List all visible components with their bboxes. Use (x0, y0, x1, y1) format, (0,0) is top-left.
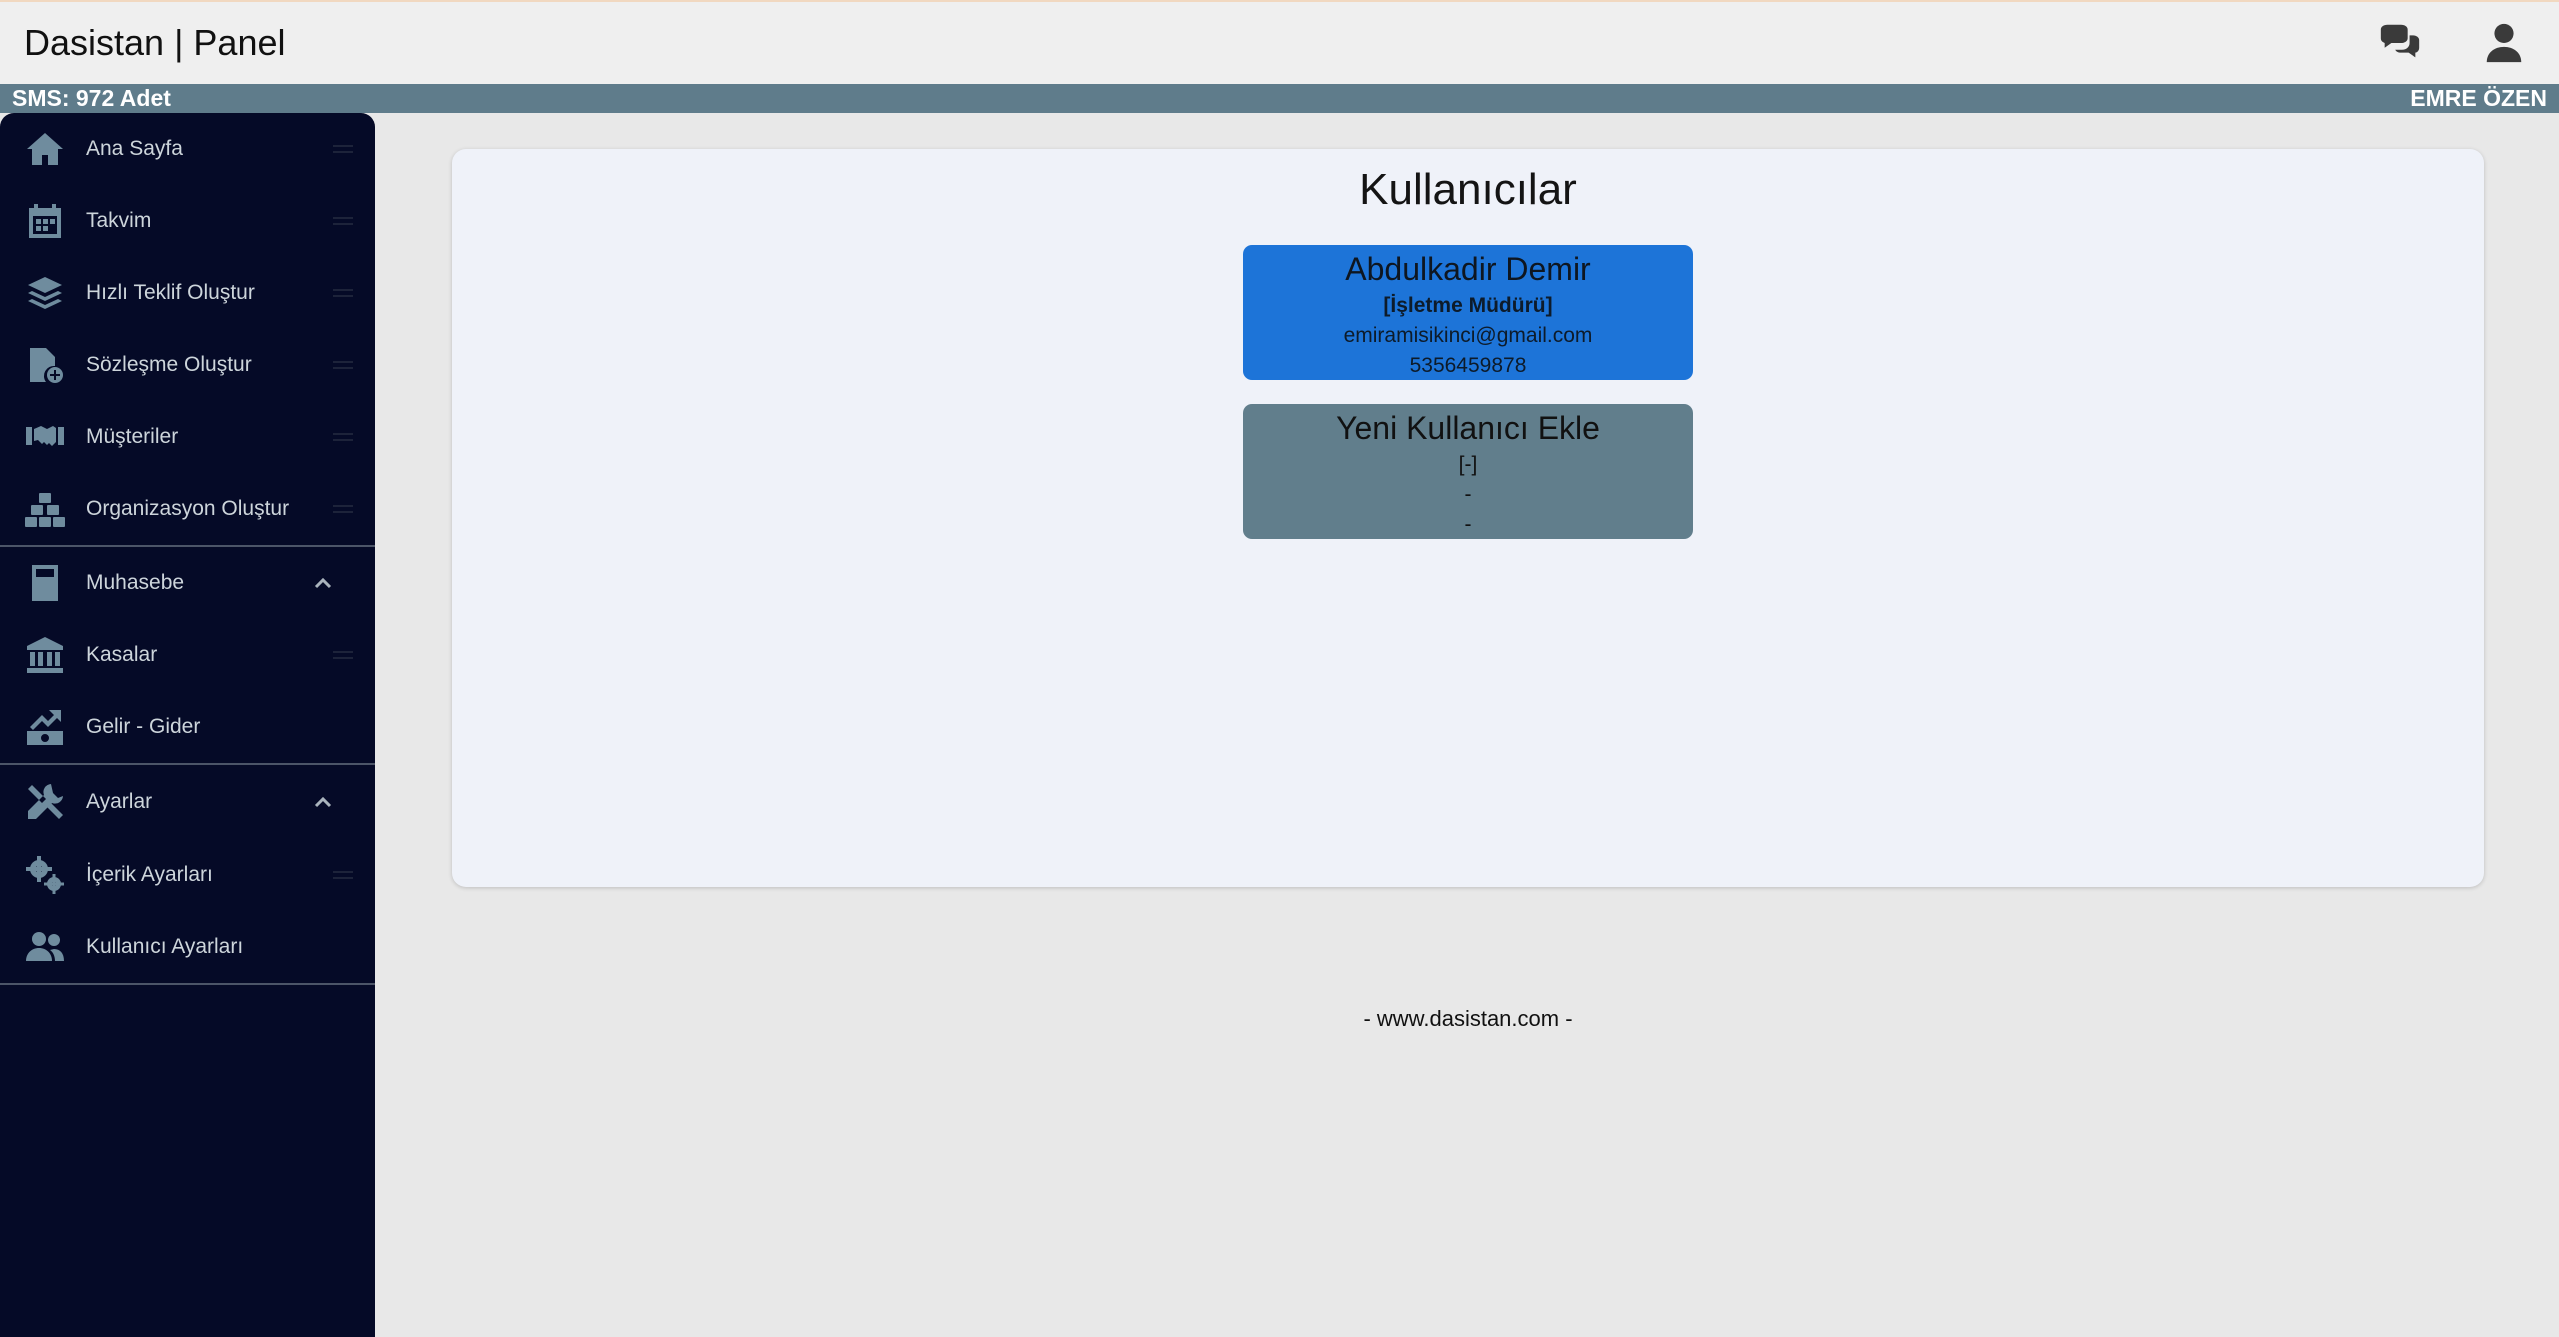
drag-handle-icon[interactable] (333, 433, 353, 441)
sidebar-item-icerik-ayarlari[interactable]: İçerik Ayarları (0, 839, 375, 911)
sidebar-item-label: İçerik Ayarları (86, 863, 213, 886)
sidebar-item-kullanici-ayarlari[interactable]: Kullanıcı Ayarları (0, 911, 375, 983)
sidebar-item-gelir-gider[interactable]: Gelir - Gider (0, 691, 375, 763)
drag-handle-icon[interactable] (333, 505, 353, 513)
footer-link[interactable]: - www.dasistan.com - (0, 1006, 2559, 1032)
sidebar-item-kasalar[interactable]: Kasalar (0, 619, 375, 691)
drag-handle-icon[interactable] (333, 145, 353, 153)
bank-icon (22, 632, 68, 678)
sidebar-item-label: Takvim (86, 209, 152, 232)
chevron-up-icon[interactable] (313, 792, 333, 812)
chat-icon[interactable] (2377, 20, 2423, 66)
sidebar-item-label: Müşteriler (86, 425, 179, 448)
layers-icon (22, 270, 68, 316)
sidebar-item-label: Hızlı Teklif Oluştur (86, 281, 255, 304)
sidebar-item-label: Sözleşme Oluştur (86, 353, 252, 376)
user-email: emiramisikinci@gmail.com (1343, 324, 1593, 347)
add-user-email: - (1464, 483, 1472, 506)
tools-icon (22, 779, 68, 825)
page-title: Kullanıcılar (1359, 165, 1577, 214)
users-icon (22, 924, 68, 970)
user-phone: 5356459878 (1409, 354, 1527, 377)
gears-icon (22, 852, 68, 898)
sidebar-item-label: Kullanıcı Ayarları (86, 935, 244, 958)
calendar-icon (22, 198, 68, 244)
sidebar-item-ana-sayfa[interactable]: Ana Sayfa (0, 113, 375, 185)
user-role: [İşletme Müdürü] (1383, 294, 1553, 317)
app-title: Dasistan | Panel (24, 22, 286, 63)
sidebar-group-ayarlar[interactable]: Ayarlar (0, 765, 375, 839)
chevron-up-icon[interactable] (313, 573, 333, 593)
sidebar-item-label: Ana Sayfa (86, 137, 183, 160)
current-user-name[interactable]: EMRE ÖZEN (2410, 85, 2547, 112)
sidebar-item-hizli-teklif[interactable]: Hızlı Teklif Oluştur (0, 257, 375, 329)
user-name: Abdulkadir Demir (1345, 251, 1591, 287)
sidebar-group-muhasebe[interactable]: Muhasebe (0, 547, 375, 619)
drag-handle-icon[interactable] (333, 217, 353, 225)
handshake-icon (22, 414, 68, 460)
cubes-icon (22, 486, 68, 532)
drag-handle-icon[interactable] (333, 361, 353, 369)
drag-handle-icon[interactable] (333, 871, 353, 879)
sidebar-divider (0, 983, 375, 985)
sidebar-item-sozlesme[interactable]: Sözleşme Oluştur (0, 329, 375, 401)
sidebar-group-label: Muhasebe (86, 571, 185, 594)
file-plus-icon (22, 342, 68, 388)
calculator-icon (22, 560, 68, 606)
money-chart-icon (22, 704, 68, 750)
user-icon[interactable] (2481, 20, 2527, 66)
status-bar: SMS: 972 Adet EMRE ÖZEN (0, 84, 2559, 113)
add-user-phone: - (1464, 513, 1472, 536)
sidebar: Ana Sayfa Takvim Hızlı Teklif Oluştur Sö… (0, 113, 375, 1337)
sidebar-item-organizasyon[interactable]: Organizasyon Oluştur (0, 473, 375, 545)
add-user-role: [-] (1458, 453, 1478, 476)
users-panel: Kullanıcılar Abdulkadir Demir [İşletme M… (452, 149, 2484, 887)
sidebar-item-takvim[interactable]: Takvim (0, 185, 375, 257)
drag-handle-icon[interactable] (333, 289, 353, 297)
user-card[interactable]: Abdulkadir Demir [İşletme Müdürü] emiram… (1243, 245, 1693, 380)
add-user-title: Yeni Kullanıcı Ekle (1336, 410, 1600, 446)
sidebar-item-musteriler[interactable]: Müşteriler (0, 401, 375, 473)
sms-count: SMS: 972 Adet (12, 85, 171, 111)
sidebar-group-label: Ayarlar (86, 790, 153, 813)
sidebar-item-label: Kasalar (86, 643, 158, 666)
sidebar-item-label: Gelir - Gider (86, 715, 201, 738)
home-icon (22, 126, 68, 172)
top-bar: Dasistan | Panel (0, 0, 2559, 84)
add-user-card[interactable]: Yeni Kullanıcı Ekle [-] - - (1243, 404, 1693, 539)
sidebar-item-label: Organizasyon Oluştur (86, 497, 290, 520)
drag-handle-icon[interactable] (333, 651, 353, 659)
